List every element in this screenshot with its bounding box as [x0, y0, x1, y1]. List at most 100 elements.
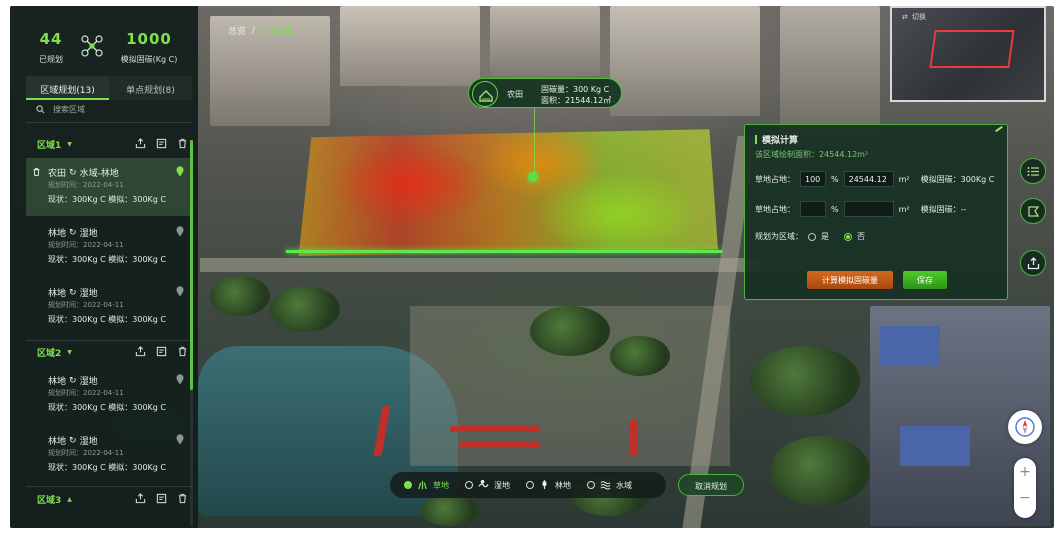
- save-button[interactable]: 保存: [903, 271, 947, 289]
- drawn-area-text: 该区域绘制面积：24544.12m²: [755, 150, 869, 159]
- item-date: 规划时间：2022-04-11: [48, 389, 124, 397]
- list-item[interactable]: 林地 ↻ 湿地 规划时间：2022-04-11 现状：300Kg C 模拟：30…: [26, 218, 192, 276]
- carbon-value: 1000: [126, 30, 172, 48]
- location-pin-icon[interactable]: [176, 226, 184, 237]
- tree-icon: [539, 479, 550, 492]
- breadcrumb: 总览 / 行政A区: [228, 24, 307, 37]
- region-header-3[interactable]: 区域3 ▲: [37, 493, 72, 506]
- land-type-label: 湿地: [494, 480, 510, 490]
- zoom-control: + −: [1014, 458, 1036, 518]
- check-icon: [404, 481, 412, 489]
- plan-label: 规划为区域：: [755, 232, 803, 241]
- minimap[interactable]: ⇄ 切换: [890, 6, 1046, 102]
- tab-point-plan[interactable]: 单点规划(8): [109, 76, 192, 100]
- export-icon[interactable]: [135, 346, 146, 357]
- stat-planned: 44 已规划: [16, 30, 86, 65]
- panel-title-text: 模拟计算: [762, 136, 799, 146]
- scrollbar-thumb[interactable]: [190, 140, 193, 390]
- land-type-forest[interactable]: 林地: [526, 479, 571, 492]
- draw-polygon-tool-button[interactable]: [1020, 198, 1046, 224]
- water-icon: [600, 479, 611, 492]
- land-type-water[interactable]: 水域: [587, 479, 632, 492]
- map-view[interactable]: 农田 固碳量：300 Kg C 面积：21544.12㎡ 总览 / 行政A区 4…: [10, 6, 1054, 528]
- location-pin-icon[interactable]: [176, 166, 184, 177]
- search-placeholder: 搜索区域: [53, 105, 85, 114]
- land-type-label: 草地: [433, 480, 449, 490]
- zoom-out-button[interactable]: −: [1014, 490, 1036, 506]
- transform-icon: ↻: [69, 435, 77, 446]
- grass-percent-input[interactable]: 100: [800, 171, 826, 187]
- grass-area-input-2[interactable]: [843, 201, 894, 217]
- list-tool-button[interactable]: [1020, 158, 1046, 184]
- radio-no[interactable]: [844, 232, 852, 241]
- calculate-carbon-button[interactable]: 计算模拟固碳量: [807, 271, 893, 289]
- search-input[interactable]: 搜索区域: [36, 104, 85, 115]
- export-icon[interactable]: [135, 493, 146, 504]
- list-item[interactable]: 林地 ↻ 湿地 规划时间：2022-04-11 现状：300Kg C 模拟：30…: [26, 366, 192, 424]
- export-icon[interactable]: [135, 138, 146, 149]
- polygon-icon: [1028, 206, 1040, 217]
- edit-icon[interactable]: [156, 493, 167, 504]
- planning-sidebar: 44 已规划 1000 模拟固碳(Kg C) 区域规划(13) 单点规划(8) …: [10, 6, 198, 528]
- region-header-1[interactable]: 区域1 ▼: [37, 138, 72, 151]
- radio-icon: [587, 481, 595, 489]
- grass-area-input[interactable]: 24544.12: [843, 171, 894, 187]
- grass-percent-input-2[interactable]: [800, 201, 826, 217]
- item-date: 规划时间：2022-04-11: [48, 449, 124, 457]
- chevron-down-icon[interactable]: [300, 26, 307, 36]
- compass-button[interactable]: [1008, 410, 1042, 444]
- sidebar-scrollbar[interactable]: [190, 140, 193, 526]
- location-pin-icon[interactable]: [176, 434, 184, 445]
- breadcrumb-current[interactable]: 行政A区: [261, 24, 294, 37]
- zoom-in-button[interactable]: +: [1014, 464, 1036, 480]
- land-type-grass[interactable]: 草地: [404, 479, 449, 492]
- farmland-icon: [472, 81, 498, 107]
- export-tool-button[interactable]: [1020, 250, 1046, 276]
- breadcrumb-root[interactable]: 总览: [228, 24, 246, 37]
- trash-icon[interactable]: [177, 493, 188, 504]
- list-item[interactable]: 农田 ↻ 水域-林地 规划时间：2022-04-11 现状：300Kg C 模拟…: [26, 158, 192, 216]
- item-title: 林地 ↻ 湿地: [48, 226, 98, 240]
- caret-up-icon: ▲: [67, 496, 72, 503]
- grass-label: 草地占地：: [755, 174, 795, 184]
- carbon-label: 模拟固碳(Kg C): [120, 55, 178, 64]
- item-values: 现状：300Kg C 模拟：300Kg C: [48, 315, 166, 324]
- location-pin-icon[interactable]: [176, 286, 184, 297]
- minimap-selection: [929, 30, 1015, 68]
- item-values: 现状：300Kg C 模拟：300Kg C: [48, 255, 166, 264]
- planned-count: 44: [39, 30, 63, 48]
- compass-icon: [1015, 417, 1035, 437]
- panel-corner-accent: [995, 125, 1003, 133]
- trash-icon[interactable]: [177, 138, 188, 149]
- item-values: 现状：300Kg C 模拟：300Kg C: [48, 463, 166, 472]
- divider: [26, 486, 192, 487]
- edit-icon[interactable]: [156, 138, 167, 149]
- item-title: 林地 ↻ 湿地: [48, 286, 98, 300]
- trash-icon[interactable]: [32, 167, 41, 177]
- item-to: 湿地: [79, 229, 98, 239]
- edit-icon[interactable]: [156, 346, 167, 357]
- location-pin-icon[interactable]: [176, 374, 184, 385]
- land-type-wetland[interactable]: 湿地: [465, 479, 510, 492]
- area-info-callout[interactable]: 农田 固碳量：300 Kg C 面积：21544.12㎡: [468, 78, 622, 108]
- trash-icon[interactable]: [177, 346, 188, 357]
- drone-icon: [81, 35, 103, 57]
- radio-yes[interactable]: [808, 232, 816, 241]
- cancel-plan-button[interactable]: 取消规划: [678, 474, 744, 496]
- item-date: 规划时间：2022-04-11: [48, 241, 124, 249]
- land-type-label: 林地: [555, 480, 571, 490]
- transform-icon: ↻: [69, 167, 77, 178]
- item-from: 林地: [48, 437, 67, 447]
- region-label: 区域3: [37, 496, 62, 506]
- item-from: 林地: [48, 229, 67, 239]
- region-header-2[interactable]: 区域2 ▼: [37, 346, 72, 359]
- minimap-switch[interactable]: ⇄ 切换: [902, 12, 926, 22]
- item-values: 现状：300Kg C 模拟：300Kg C: [48, 403, 166, 412]
- item-values: 现状：300Kg C 模拟：300Kg C: [48, 195, 166, 204]
- area-marker[interactable]: [528, 172, 538, 182]
- list-item[interactable]: 林地 ↻ 湿地 规划时间：2022-04-11 现状：300Kg C 模拟：30…: [26, 426, 192, 484]
- list-item[interactable]: 林地 ↻ 湿地 规划时间：2022-04-11 现状：300Kg C 模拟：30…: [26, 278, 192, 336]
- transform-icon: ↻: [69, 375, 77, 386]
- land-type-label: 水域: [616, 480, 632, 490]
- tab-region-plan[interactable]: 区域规划(13): [26, 76, 109, 100]
